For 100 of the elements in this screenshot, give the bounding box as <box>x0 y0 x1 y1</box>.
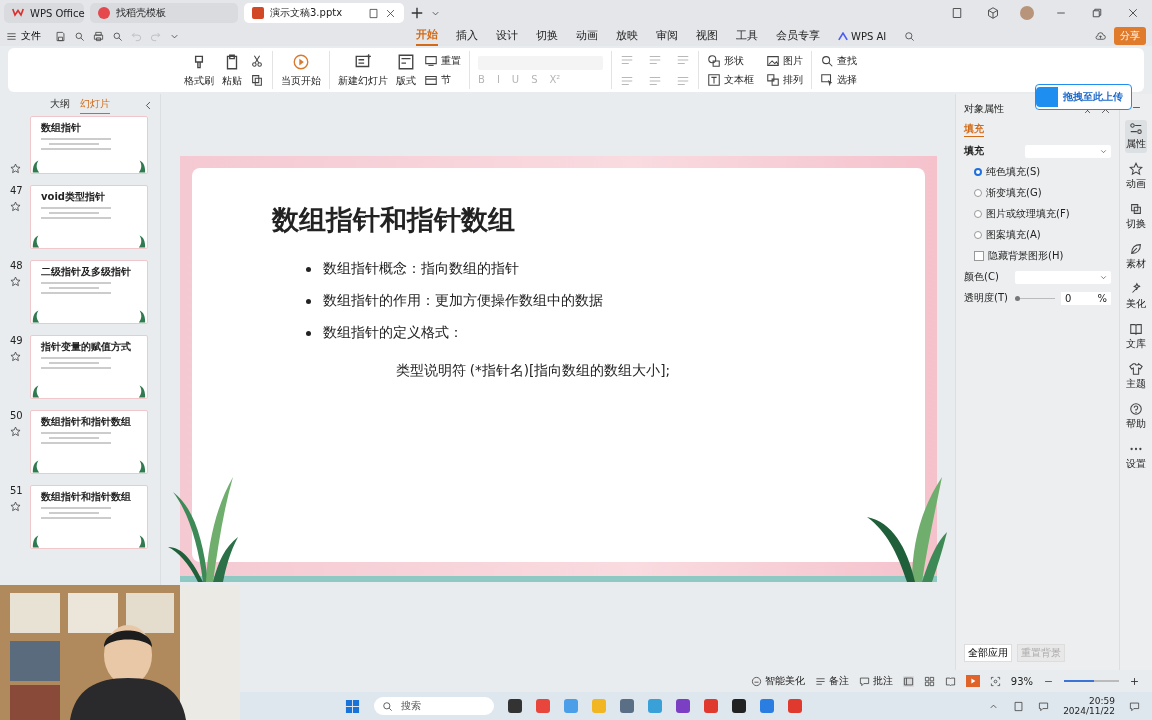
window-icon[interactable] <box>951 7 963 19</box>
normal-view-icon[interactable] <box>902 675 914 687</box>
field-label: 颜色(C) <box>964 270 1000 284</box>
document-tab[interactable]: 找稻壳模板 <box>90 3 238 23</box>
document-tab[interactable]: WPS Office <box>4 3 84 23</box>
search-icon[interactable] <box>74 30 85 42</box>
ribbon-button[interactable]: 查找 <box>820 53 857 68</box>
slide-thumbnail[interactable]: 数组指针 <box>30 116 148 174</box>
ribbon-tab[interactable]: 工具 <box>736 27 758 45</box>
ribbon-tab[interactable]: 审阅 <box>656 27 678 45</box>
search-icon[interactable] <box>904 30 916 42</box>
reading-view-icon[interactable] <box>944 675 956 687</box>
grid-view-icon[interactable] <box>923 675 935 687</box>
slide-thumbnail[interactable]: void类型指针 <box>30 185 148 249</box>
ribbon-tab[interactable]: 插入 <box>456 27 478 45</box>
panel-tab[interactable]: 大纲 <box>50 97 70 113</box>
wps-logo-icon <box>12 7 24 19</box>
ribbon-tab[interactable]: 放映 <box>616 27 638 45</box>
panel-title[interactable]: 对象属性 <box>964 102 1004 116</box>
ribbon-button[interactable]: 粘贴 <box>222 52 242 88</box>
clock-time[interactable]: 20:59 <box>1089 695 1115 706</box>
slider-thumb[interactable] <box>1015 295 1020 301</box>
file-menu[interactable]: 文件 <box>6 29 47 43</box>
side-tool-button[interactable]: 美化 <box>1125 280 1147 313</box>
play-from-current-button[interactable]: 当页开始 <box>281 52 321 88</box>
close-icon[interactable] <box>1127 7 1139 19</box>
ribbon-button[interactable]: 排列 <box>766 72 803 87</box>
side-tool-button[interactable]: 主题 <box>1125 360 1147 393</box>
clock-date[interactable]: 2024/11/22 <box>1063 706 1115 717</box>
restore-icon[interactable] <box>1091 7 1103 19</box>
close-icon[interactable] <box>385 7 396 19</box>
color-dropdown[interactable] <box>1015 270 1111 284</box>
ai-tab[interactable]: WPS AI <box>838 28 887 44</box>
ribbon-tab[interactable]: 切换 <box>536 27 558 45</box>
transparency-field[interactable]: 0 % <box>1061 291 1111 305</box>
ribbon-button[interactable]: 格式刷 <box>184 52 214 88</box>
ribbon-button[interactable]: 文本框 <box>707 72 754 87</box>
taskbar-app-icon[interactable] <box>620 699 634 713</box>
comments-button[interactable]: 批注 <box>858 674 893 688</box>
beautify-button[interactable]: 智能美化 <box>750 674 805 688</box>
ribbon-tab[interactable]: 视图 <box>696 27 718 45</box>
apply-all-button[interactable]: 全部应用 <box>964 644 1012 662</box>
side-tool-button[interactable]: 文库 <box>1125 320 1147 353</box>
cloud-upload-icon[interactable] <box>1095 30 1106 42</box>
notification-icon[interactable] <box>1129 700 1140 712</box>
slide-number: 47 <box>10 185 24 196</box>
side-tool-button[interactable]: 素材 <box>1125 240 1147 273</box>
fit-icon[interactable] <box>989 675 1001 687</box>
ribbon-tab[interactable]: 动画 <box>576 27 598 45</box>
side-tool-button[interactable]: 切换 <box>1125 200 1147 233</box>
preview-icon[interactable] <box>112 30 123 42</box>
cut-icon[interactable] <box>250 53 264 68</box>
ribbon-button[interactable]: 形状 <box>707 53 754 68</box>
radio-button[interactable] <box>974 189 982 197</box>
ribbon-button[interactable]: 选择 <box>820 72 857 87</box>
cube-icon[interactable] <box>987 7 999 19</box>
user-avatar[interactable] <box>1020 6 1034 20</box>
taskbar-app-icon[interactable] <box>676 699 690 713</box>
star-icon[interactable] <box>10 426 21 437</box>
document-tab[interactable]: 演示文稿3.pptx <box>244 3 404 23</box>
slide-thumbnail[interactable]: 二级指针及多级指针 <box>30 260 148 324</box>
copy-icon[interactable] <box>250 72 264 87</box>
ribbon-button[interactable]: 版式 <box>396 52 416 88</box>
slide-thumbnail[interactable]: 数组指针和指针数组 <box>30 410 148 474</box>
side-tool-button[interactable]: 属性 <box>1125 120 1147 153</box>
new-tab-button[interactable] <box>410 6 424 20</box>
tablet-icon[interactable] <box>368 7 379 19</box>
radio-button[interactable] <box>974 231 982 239</box>
ribbon-button[interactable]: 图片 <box>766 53 803 68</box>
side-tool-button[interactable]: 帮助 <box>1125 400 1147 433</box>
zoom-level[interactable]: 93% <box>1010 675 1033 687</box>
ribbon-button[interactable]: 节 <box>424 72 461 87</box>
section-title[interactable]: 填充 <box>964 144 1019 158</box>
taskbar-app-icon[interactable] <box>732 699 746 713</box>
slide-thumbnail[interactable]: 指针变量的赋值方式 <box>30 335 148 399</box>
star-icon[interactable] <box>10 201 21 212</box>
slideshow-button[interactable] <box>965 675 980 687</box>
ribbon-button[interactable]: 新建幻灯片 <box>338 52 388 88</box>
star-icon[interactable] <box>10 501 21 512</box>
save-icon[interactable] <box>55 30 66 42</box>
notes-button[interactable]: 备注 <box>814 674 849 688</box>
ribbon-tab[interactable]: 设计 <box>496 27 518 45</box>
taskbar-search-field[interactable]: 搜索 <box>374 697 494 715</box>
side-tool-button[interactable]: 动画 <box>1125 160 1147 193</box>
star-icon[interactable] <box>10 163 21 174</box>
radio-button[interactable] <box>974 168 982 176</box>
print-icon[interactable] <box>93 30 104 42</box>
checkbox[interactable] <box>974 251 984 261</box>
side-tool-button[interactable]: 设置 <box>1125 440 1147 473</box>
upload-tip-button[interactable]: 拖拽至此上传 <box>1035 84 1132 110</box>
ribbon-tab[interactable]: 会员专享 <box>776 27 820 45</box>
radio-button[interactable] <box>974 210 982 218</box>
windows-start-icon[interactable] <box>345 698 360 714</box>
taskbar-app-icon[interactable] <box>508 699 522 713</box>
slide-thumbnail[interactable]: 数组指针和指针数组 <box>30 485 148 549</box>
star-icon[interactable] <box>10 276 21 287</box>
star-icon[interactable] <box>10 351 21 362</box>
zoom-in-icon[interactable] <box>1129 675 1140 687</box>
shirt-icon <box>1129 362 1143 376</box>
ribbon-button[interactable]: 重置 <box>424 53 461 68</box>
